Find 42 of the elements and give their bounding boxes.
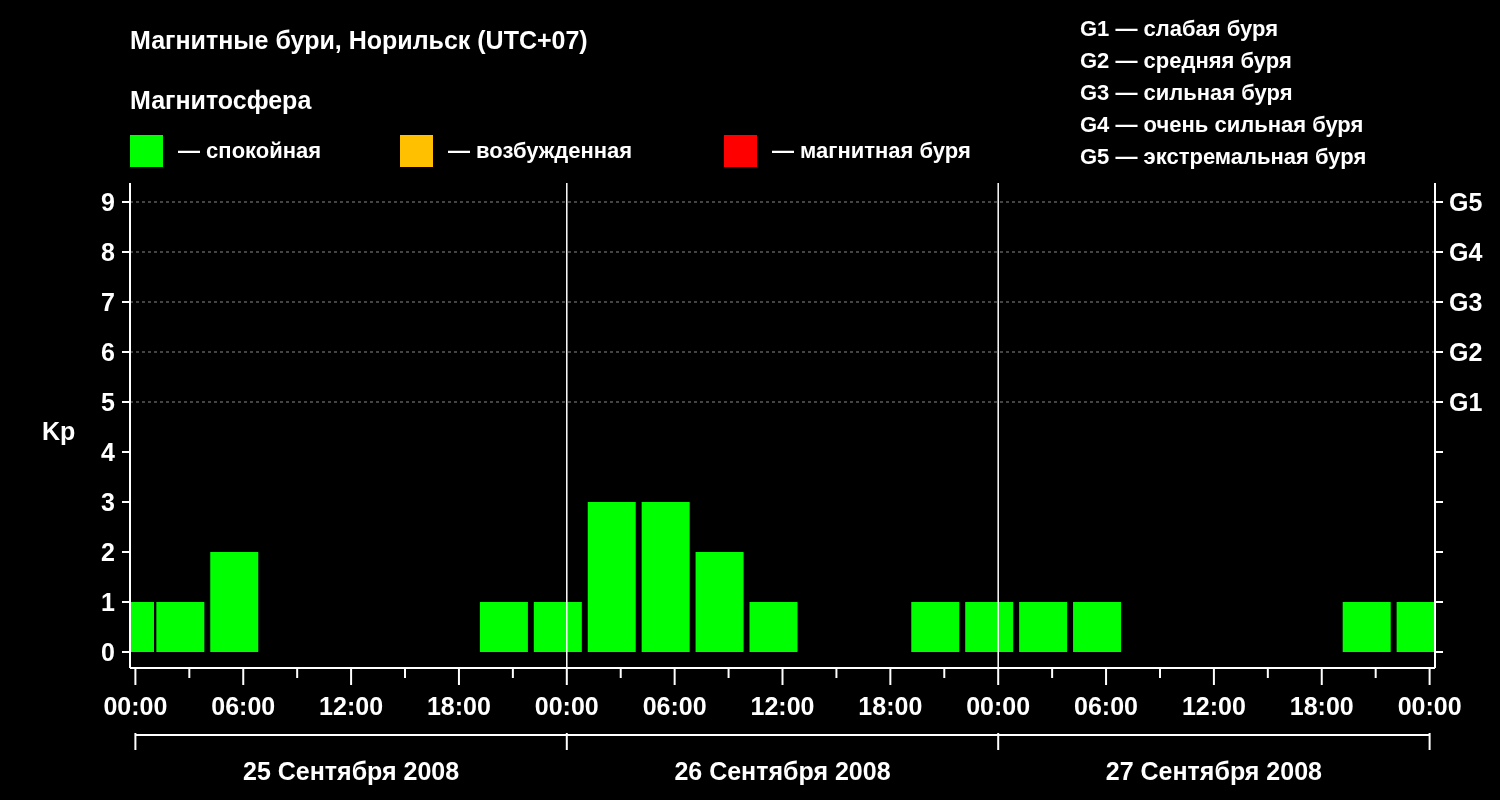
x-tick-label: 00:00 [1397, 692, 1462, 720]
x-tick-label: 12:00 [319, 692, 384, 720]
y-tick-label: 1 [101, 588, 115, 616]
x-tick-label: 18:00 [1289, 692, 1354, 720]
x-tick-label: 00:00 [966, 692, 1031, 720]
storm-level-label: G5 [1449, 188, 1483, 216]
storm-level-label: G2 [1449, 338, 1483, 366]
date-label: 25 Сентября 2008 [243, 757, 460, 785]
y-tick-label: 7 [101, 288, 115, 316]
x-tick-label: 12:00 [750, 692, 815, 720]
scale-entry: G4 — очень сильная буря [1080, 112, 1364, 137]
legend-label: — магнитная буря [772, 138, 971, 163]
x-tick-label: 06:00 [642, 692, 707, 720]
x-tick-label: 12:00 [1181, 692, 1246, 720]
x-tick-label: 18:00 [426, 692, 491, 720]
y-tick-label: 0 [101, 638, 115, 666]
y-tick-label: 8 [101, 238, 115, 266]
x-tick-label: 06:00 [211, 692, 276, 720]
y-tick-label: 5 [101, 388, 115, 416]
y-tick-label: 6 [101, 338, 115, 366]
legend-title: Магнитосфера [130, 86, 312, 114]
x-tick-label: 18:00 [858, 692, 923, 720]
scale-entry: G1 — слабая буря [1080, 16, 1279, 41]
x-tick-label: 00:00 [103, 692, 168, 720]
storm-level-label: G4 [1449, 238, 1483, 266]
scale-entry: G3 — сильная буря [1080, 80, 1293, 105]
date-label: 26 Сентября 2008 [674, 757, 891, 785]
date-label: 27 Сентября 2008 [1105, 757, 1322, 785]
storm-level-label: G3 [1449, 288, 1483, 316]
y-axis-label: Kp [42, 417, 76, 445]
y-tick-label: 9 [101, 188, 115, 216]
x-tick-label: 00:00 [534, 692, 599, 720]
legend-label: — спокойная [178, 138, 322, 163]
y-tick-label: 3 [101, 488, 115, 516]
storm-level-label: G1 [1449, 388, 1483, 416]
scale-entry: G5 — экстремальная буря [1080, 144, 1367, 169]
legend-label: — возбужденная [448, 138, 633, 163]
y-tick-label: 2 [101, 538, 115, 566]
scale-entry: G2 — средняя буря [1080, 48, 1292, 73]
x-tick-label: 06:00 [1074, 692, 1139, 720]
y-tick-label: 4 [101, 438, 115, 466]
chart-title: Магнитные бури, Норильск (UTC+07) [130, 26, 588, 54]
